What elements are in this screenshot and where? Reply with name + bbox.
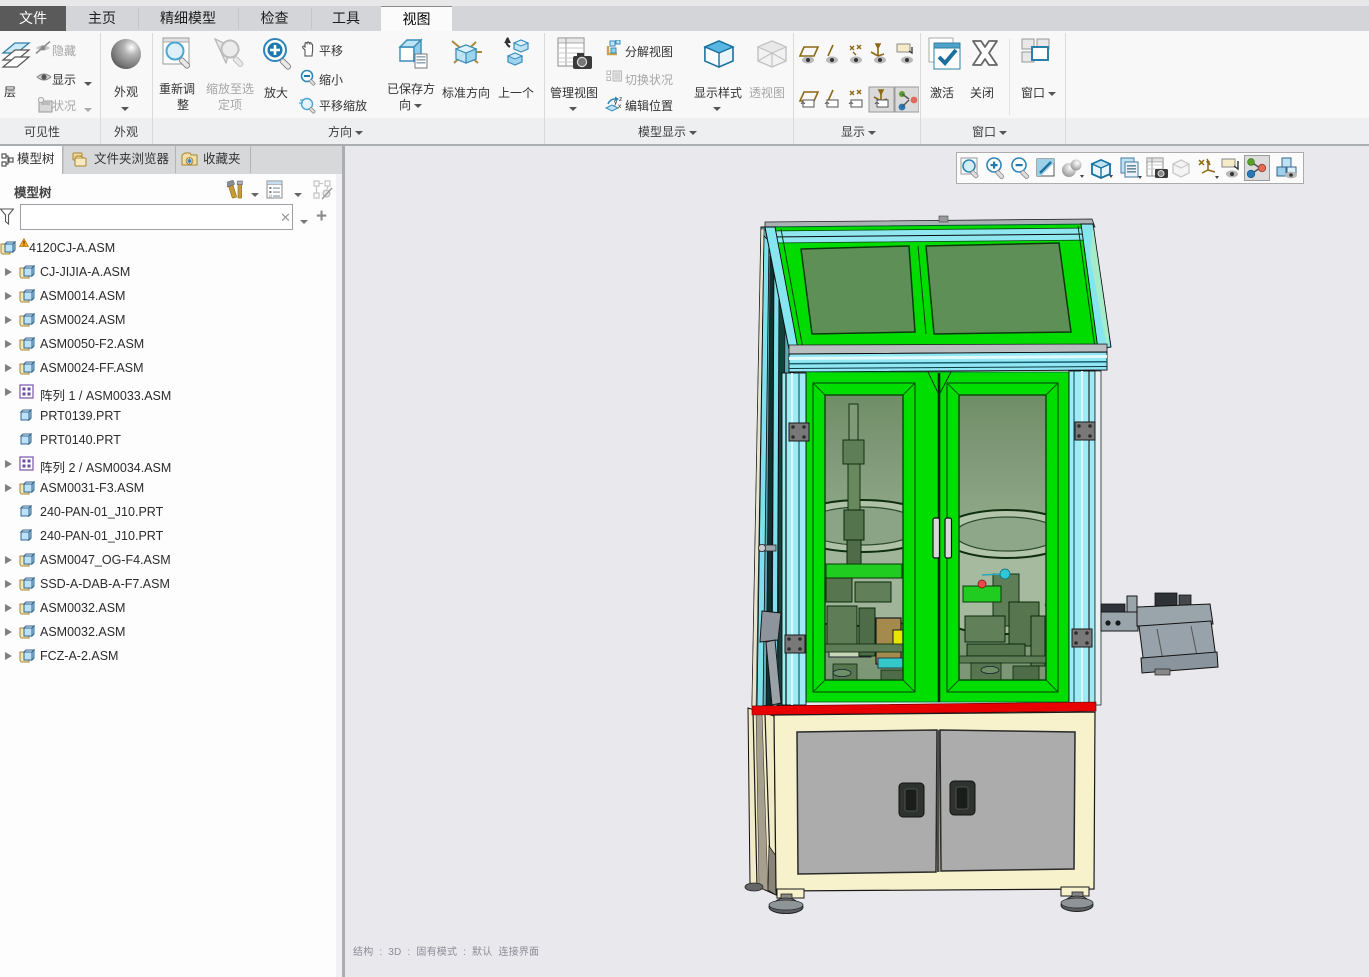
svg-text:x: x: [618, 103, 622, 110]
svg-text:z: z: [619, 96, 622, 103]
